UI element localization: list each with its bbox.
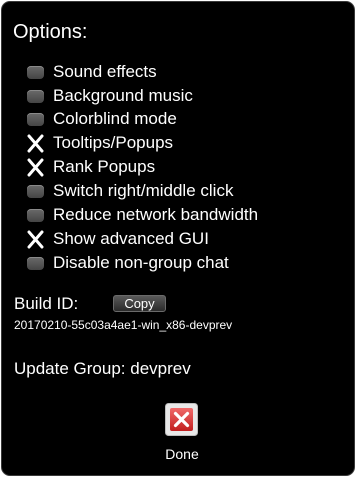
option-label: Sound effects: [53, 62, 157, 81]
options-dialog: Options: Sound effects Background music …: [1, 1, 355, 476]
option-rank-popups[interactable]: Rank Popups: [27, 156, 155, 178]
done-button[interactable]: Done: [142, 402, 222, 466]
option-label: Disable non-group chat: [53, 253, 229, 272]
option-show-advanced-gui[interactable]: Show advanced GUI: [27, 228, 209, 250]
option-disable-non-group-chat[interactable]: Disable non-group chat: [27, 252, 229, 274]
checkbox-checked-icon[interactable]: [27, 230, 44, 249]
option-sound-effects[interactable]: Sound effects: [27, 61, 157, 83]
option-background-music[interactable]: Background music: [27, 85, 193, 107]
option-label: Rank Popups: [53, 157, 156, 176]
option-label: Show advanced GUI: [53, 229, 209, 248]
dialog-title: Options:: [13, 21, 88, 43]
update-group-text: Update Group: devprev: [14, 359, 191, 378]
option-switch-right-middle-click[interactable]: Switch right/middle click: [27, 180, 233, 202]
option-label: Switch right/middle click: [53, 181, 234, 200]
checkbox-checked-icon[interactable]: [27, 134, 44, 153]
checkbox-unchecked-icon[interactable]: [27, 184, 44, 198]
checkbox-unchecked-icon[interactable]: [27, 256, 44, 270]
option-label: Background music: [53, 86, 193, 105]
done-label: Done: [165, 446, 199, 462]
checkbox-unchecked-icon[interactable]: [27, 112, 44, 126]
option-colorblind-mode[interactable]: Colorblind mode: [27, 108, 177, 130]
option-tooltips-popups[interactable]: Tooltips/Popups: [27, 132, 173, 154]
option-label: Tooltips/Popups: [53, 133, 174, 152]
checkbox-checked-icon[interactable]: [27, 158, 44, 177]
checkbox-unchecked-icon[interactable]: [27, 208, 44, 222]
option-reduce-network-bandwidth[interactable]: Reduce network bandwidth: [27, 204, 258, 226]
checkbox-unchecked-icon[interactable]: [27, 89, 44, 103]
copy-button[interactable]: Copy: [113, 295, 166, 312]
close-icon[interactable]: [165, 403, 198, 436]
option-label: Colorblind mode: [53, 109, 177, 128]
build-id-value: 20170210-55c03a4ae1-win_x86-devprev: [14, 318, 233, 332]
checkbox-unchecked-icon[interactable]: [27, 65, 44, 79]
build-id-label: Build ID:: [14, 294, 79, 313]
option-label: Reduce network bandwidth: [53, 205, 259, 224]
